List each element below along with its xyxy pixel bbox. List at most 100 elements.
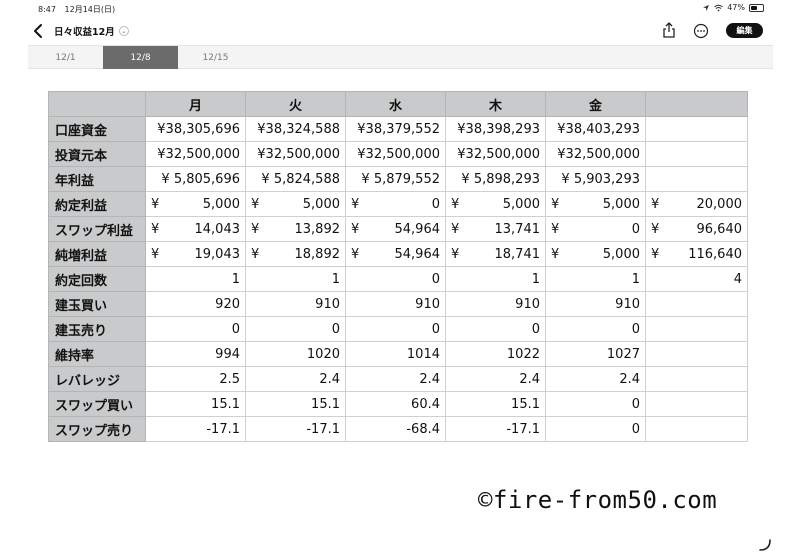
table-cell[interactable]: ¥54,964 xyxy=(345,216,446,242)
table-cell[interactable]: ¥116,640 xyxy=(645,241,748,267)
table-cell[interactable]: ¥38,403,293 xyxy=(545,116,646,142)
tab-12-1[interactable]: 12/1 xyxy=(28,46,103,69)
table-cell[interactable]: 60.4 xyxy=(345,391,446,417)
column-header-mon[interactable]: 月 xyxy=(145,91,246,117)
table-cell[interactable]: 15.1 xyxy=(245,391,346,417)
table-cell[interactable]: 0 xyxy=(545,416,646,442)
table-cell[interactable] xyxy=(645,116,748,142)
table-cell[interactable]: 1 xyxy=(145,266,246,292)
row-header[interactable]: スワップ買い xyxy=(48,391,146,417)
document-title[interactable]: 日々収益12月 ⌄ xyxy=(54,24,129,38)
table-cell[interactable] xyxy=(645,291,748,317)
table-cell[interactable]: 15.1 xyxy=(445,391,546,417)
table-cell[interactable]: ¥19,043 xyxy=(145,241,246,267)
table-cell[interactable]: ¥ 5,898,293 xyxy=(445,166,546,192)
table-cell[interactable]: ¥ 5,879,552 xyxy=(345,166,446,192)
back-chevron-icon[interactable] xyxy=(30,22,46,40)
table-cell[interactable]: 1027 xyxy=(545,341,646,367)
table-cell[interactable]: 0 xyxy=(545,316,646,342)
table-cell[interactable]: 2.4 xyxy=(545,366,646,392)
table-cell[interactable]: ¥5,000 xyxy=(445,191,546,217)
table-cell[interactable]: 994 xyxy=(145,341,246,367)
table-cell[interactable]: ¥38,398,293 xyxy=(445,116,546,142)
tab-12-15[interactable]: 12/15 xyxy=(178,46,253,69)
row-header[interactable]: 建玉買い xyxy=(48,291,146,317)
column-header-tue[interactable]: 火 xyxy=(245,91,346,117)
table-cell[interactable]: ¥5,000 xyxy=(245,191,346,217)
table-cell[interactable]: -17.1 xyxy=(245,416,346,442)
table-cell[interactable]: 1 xyxy=(445,266,546,292)
table-cell[interactable]: ¥54,964 xyxy=(345,241,446,267)
table-cell[interactable]: 920 xyxy=(145,291,246,317)
table-cell[interactable] xyxy=(645,141,748,167)
table-cell[interactable]: ¥ 5,903,293 xyxy=(545,166,646,192)
table-cell[interactable]: 0 xyxy=(245,316,346,342)
table-cell[interactable]: ¥5,000 xyxy=(145,191,246,217)
table-cell[interactable] xyxy=(645,316,748,342)
row-header[interactable]: スワップ売り xyxy=(48,416,146,442)
row-header[interactable]: 建玉売り xyxy=(48,316,146,342)
table-cell[interactable]: 1 xyxy=(545,266,646,292)
title-menu-chevron-icon[interactable]: ⌄ xyxy=(118,26,129,36)
table-cell[interactable]: 0 xyxy=(345,266,446,292)
table-cell[interactable] xyxy=(645,416,748,442)
column-header-corner[interactable] xyxy=(48,91,146,117)
column-header-fri[interactable]: 金 xyxy=(545,91,646,117)
table-cell[interactable]: 910 xyxy=(445,291,546,317)
table-cell[interactable]: ¥32,500,000 xyxy=(445,141,546,167)
tab-12-8[interactable]: 12/8 xyxy=(103,46,178,69)
column-header-thu[interactable]: 木 xyxy=(445,91,546,117)
row-header[interactable]: 年利益 xyxy=(48,166,146,192)
table-cell[interactable]: ¥ 5,805,696 xyxy=(145,166,246,192)
table-cell[interactable]: ¥32,500,000 xyxy=(245,141,346,167)
table-cell[interactable]: 0 xyxy=(545,391,646,417)
table-cell[interactable] xyxy=(645,391,748,417)
table-cell[interactable]: 2.4 xyxy=(245,366,346,392)
row-header[interactable]: スワップ利益 xyxy=(48,216,146,242)
table-cell[interactable]: ¥ 5,824,588 xyxy=(245,166,346,192)
table-cell[interactable]: ¥13,741 xyxy=(445,216,546,242)
table-cell[interactable]: -68.4 xyxy=(345,416,446,442)
row-header[interactable]: 口座資金 xyxy=(48,116,146,142)
table-cell[interactable]: ¥38,305,696 xyxy=(145,116,246,142)
table-cell[interactable]: ¥18,892 xyxy=(245,241,346,267)
table-cell[interactable]: ¥32,500,000 xyxy=(545,141,646,167)
row-header[interactable]: 維持率 xyxy=(48,341,146,367)
table-cell[interactable]: 2.5 xyxy=(145,366,246,392)
table-cell[interactable]: ¥0 xyxy=(345,191,446,217)
table-cell[interactable]: 910 xyxy=(245,291,346,317)
table-cell[interactable]: ¥5,000 xyxy=(545,191,646,217)
row-header[interactable]: 純増利益 xyxy=(48,241,146,267)
table-cell[interactable]: 4 xyxy=(645,266,748,292)
column-header-total[interactable] xyxy=(645,91,748,117)
table-cell[interactable]: ¥18,741 xyxy=(445,241,546,267)
edit-button[interactable]: 編集 xyxy=(726,23,763,38)
share-icon[interactable] xyxy=(661,21,677,39)
more-icon[interactable] xyxy=(693,23,709,39)
table-cell[interactable]: -17.1 xyxy=(445,416,546,442)
table-cell[interactable]: ¥20,000 xyxy=(645,191,748,217)
table-cell[interactable]: 1 xyxy=(245,266,346,292)
table-cell[interactable]: 2.4 xyxy=(445,366,546,392)
table-cell[interactable] xyxy=(645,341,748,367)
row-header[interactable]: レバレッジ xyxy=(48,366,146,392)
table-cell[interactable]: ¥32,500,000 xyxy=(145,141,246,167)
column-header-wed[interactable]: 水 xyxy=(345,91,446,117)
table-cell[interactable]: ¥32,500,000 xyxy=(345,141,446,167)
table-cell[interactable]: ¥38,324,588 xyxy=(245,116,346,142)
row-header[interactable]: 約定利益 xyxy=(48,191,146,217)
table-cell[interactable] xyxy=(645,366,748,392)
table-cell[interactable]: 1014 xyxy=(345,341,446,367)
row-header[interactable]: 約定回数 xyxy=(48,266,146,292)
resize-handle-icon[interactable] xyxy=(758,538,772,552)
table-cell[interactable]: 910 xyxy=(345,291,446,317)
row-header[interactable]: 投資元本 xyxy=(48,141,146,167)
table-cell[interactable] xyxy=(645,166,748,192)
table-cell[interactable]: ¥96,640 xyxy=(645,216,748,242)
table-cell[interactable]: 0 xyxy=(445,316,546,342)
table-cell[interactable]: ¥0 xyxy=(545,216,646,242)
table-cell[interactable]: -17.1 xyxy=(145,416,246,442)
table-cell[interactable]: 2.4 xyxy=(345,366,446,392)
table-cell[interactable]: 1022 xyxy=(445,341,546,367)
table-cell[interactable]: 910 xyxy=(545,291,646,317)
